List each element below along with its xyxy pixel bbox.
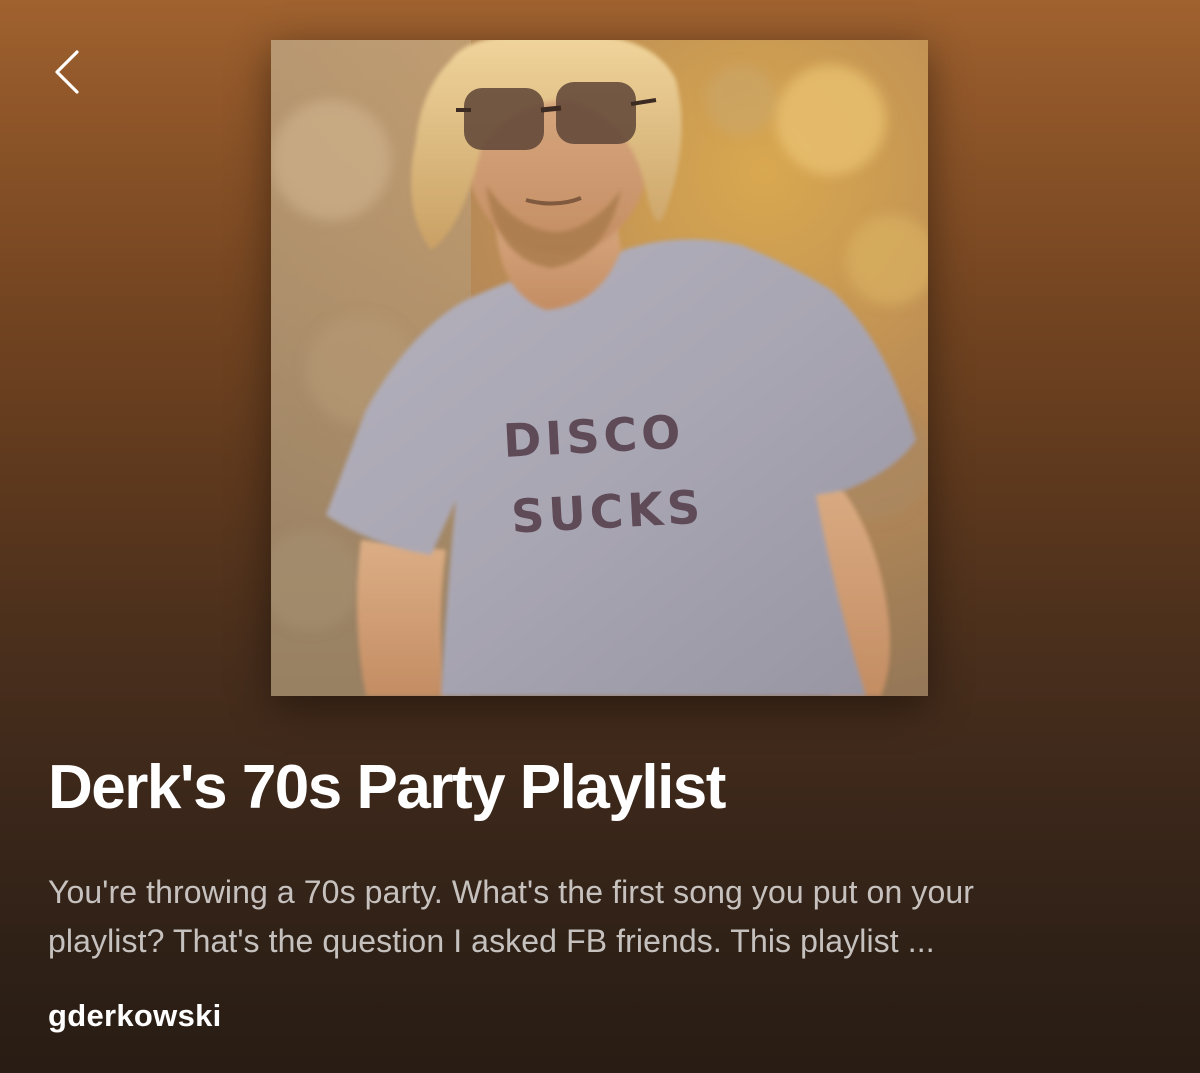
description-line-1: You're throwing a 70s party. What's the … [48, 874, 974, 910]
shirt-text-sucks: SUCKS [510, 480, 706, 544]
description-line-2: playlist? That's the question I asked FB… [48, 923, 935, 959]
playlist-title: Derk's 70s Party Playlist [48, 753, 726, 822]
chevron-left-icon [55, 50, 79, 94]
playlist-description[interactable]: You're throwing a 70s party. What's the … [48, 868, 1160, 966]
playlist-owner-link[interactable]: gderkowski [48, 998, 222, 1034]
shirt-text-disco: DISCO [502, 405, 686, 468]
playlist-cover-image: DISCO SUCKS [271, 40, 928, 696]
back-button[interactable] [44, 44, 92, 100]
